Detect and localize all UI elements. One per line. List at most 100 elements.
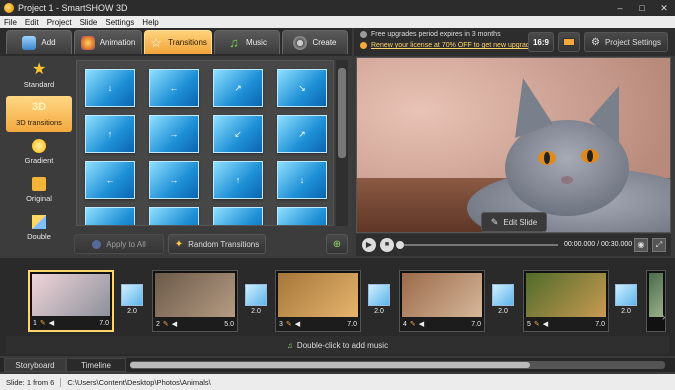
pencil-icon[interactable]: ✎ [410,320,416,328]
seek-handle[interactable] [396,241,404,249]
tab-create[interactable]: Create [282,30,348,54]
transition-tile[interactable]: ← [149,69,199,107]
category-gradient[interactable]: Gradient [6,134,72,170]
menu-file[interactable]: File [0,18,21,27]
transition-tile[interactable]: ↗ [213,69,263,107]
apply-to-all-button[interactable]: Apply to All [74,234,164,254]
edit-slide-button[interactable]: ✎ Edit Slide [481,212,547,232]
star-icon: ☆ [150,34,162,50]
speaker-icon[interactable]: ◀ [543,320,548,328]
gradient-icon [32,139,46,153]
minimize-button[interactable]: – [609,0,631,16]
tab-music[interactable]: ♫ Music [214,30,280,54]
storyboard-scrollbar[interactable] [130,361,665,369]
menu-settings[interactable]: Settings [101,18,138,27]
scrollbar-thumb[interactable] [338,68,346,158]
slide-thumb-3[interactable]: 3 ✎ ◀ 7.0 [275,270,361,332]
transition-thumb-3[interactable]: 2.0 [367,284,391,320]
transition-tile[interactable] [85,207,135,225]
tab-transitions-label: Transitions [168,38,207,47]
maximize-button[interactable]: □ [631,0,653,16]
aspect-ratio-button[interactable]: 16:9 [528,32,554,52]
category-double[interactable]: Double [6,210,72,246]
close-button[interactable]: ✕ [653,0,675,16]
speaker-icon[interactable]: ◀ [172,320,177,328]
transition-duration: 2.0 [127,308,137,315]
pencil-icon[interactable]: ✎ [40,319,46,327]
slide-image [402,273,482,317]
menu-slide[interactable]: Slide [76,18,102,27]
project-settings-button[interactable]: ⚙ Project Settings [584,32,668,52]
slide-thumb-1[interactable]: 1 ✎ ◀ 7.0 [28,270,114,332]
scrollbar-thumb[interactable] [130,362,530,368]
transition-tile[interactable]: ← [85,161,135,199]
transitions-scrollbar[interactable] [336,60,348,226]
camera-icon[interactable]: ◉ [634,238,648,252]
transition-tile[interactable] [149,207,199,225]
cart-icon [360,42,367,49]
tab-animation[interactable]: Animation [74,30,142,54]
slide-number: 1 [33,319,37,327]
stop-icon[interactable]: ■ [380,238,394,252]
category-original[interactable]: Original [6,172,72,208]
category-standard[interactable]: ★ Standard [6,58,72,94]
transition-tile[interactable]: ↓ [85,69,135,107]
tab-add[interactable]: Add [6,30,72,54]
transition-tile[interactable]: ↗ [277,115,327,153]
tab-storyboard[interactable]: Storyboard [4,358,66,372]
transition-tile[interactable]: ↓ [277,161,327,199]
slide-count-status: Slide: 1 from 6 [6,377,55,387]
transition-icon [121,284,143,306]
project-settings-label: Project Settings [604,37,661,47]
fullscreen-mode-button[interactable] [558,32,580,52]
slide-thumb-5[interactable]: 5 ✎ ◀ 7.0 [523,270,609,332]
music-track[interactable]: ♫ Double-click to add music [6,336,669,354]
transition-thumb-1[interactable]: 2.0 [120,284,144,320]
slide-thumb-2[interactable]: 2 ✎ ◀ 5.0 [152,270,238,332]
category-3d-transitions[interactable]: 3D 3D transitions [6,96,72,132]
slide-thumb-4[interactable]: 4 ✎ ◀ 7.0 [399,270,485,332]
tab-music-label: Music [246,38,267,47]
play-icon[interactable]: ▶ [362,238,376,252]
transition-tile[interactable]: ↑ [85,115,135,153]
renew-link[interactable]: Renew your license at 70% OFF to get new… [371,42,537,49]
tab-timeline[interactable]: Timeline [66,358,126,372]
random-transitions-label: Random Transitions [188,239,260,249]
tab-transitions[interactable]: ☆ Transitions [144,30,212,54]
status-bar: Slide: 1 from 6 C:\Users\Content\Desktop… [0,374,675,390]
pencil-icon[interactable]: ✎ [163,320,169,328]
pencil-icon[interactable]: ✎ [534,320,540,328]
chevron-right-icon[interactable]: › [662,312,665,323]
menu-edit[interactable]: Edit [21,18,43,27]
transition-thumb-5[interactable]: 2.0 [614,284,638,320]
slide-preview: ✎ Edit Slide [356,57,671,233]
menu-project[interactable]: Project [43,18,76,27]
speaker-icon[interactable]: ◀ [295,320,300,328]
transition-thumb-4[interactable]: 2.0 [491,284,515,320]
screen-icon [563,38,575,46]
pencil-icon[interactable]: ✎ [286,320,292,328]
add-transition-button[interactable]: ⊕ [326,234,348,254]
menu-help[interactable]: Help [138,18,162,27]
slide-duration: 7.0 [347,320,357,328]
speaker-icon[interactable]: ◀ [49,319,54,327]
transition-icon [615,284,637,306]
transition-tile[interactable] [277,207,327,225]
transition-tile[interactable]: ↘ [277,69,327,107]
speaker-icon[interactable]: ◀ [419,320,424,328]
transition-duration: 2.0 [251,308,261,315]
category-label: 3D transitions [16,118,62,127]
transition-tile[interactable]: ↙ [213,115,263,153]
slide-duration: 7.0 [471,320,481,328]
seek-bar[interactable] [398,244,558,246]
transition-tile[interactable]: → [149,161,199,199]
transition-tile[interactable]: → [149,115,199,153]
slide-image [155,273,235,317]
expand-icon[interactable]: ⤢ [652,238,666,252]
transition-tile[interactable]: ↑ [213,161,263,199]
apply-to-all-label: Apply to All [106,239,146,249]
transition-tile[interactable] [213,207,263,225]
random-transitions-button[interactable]: ✦ Random Transitions [168,234,266,254]
transition-thumb-2[interactable]: 2.0 [244,284,268,320]
star-icon: ★ [32,61,47,78]
